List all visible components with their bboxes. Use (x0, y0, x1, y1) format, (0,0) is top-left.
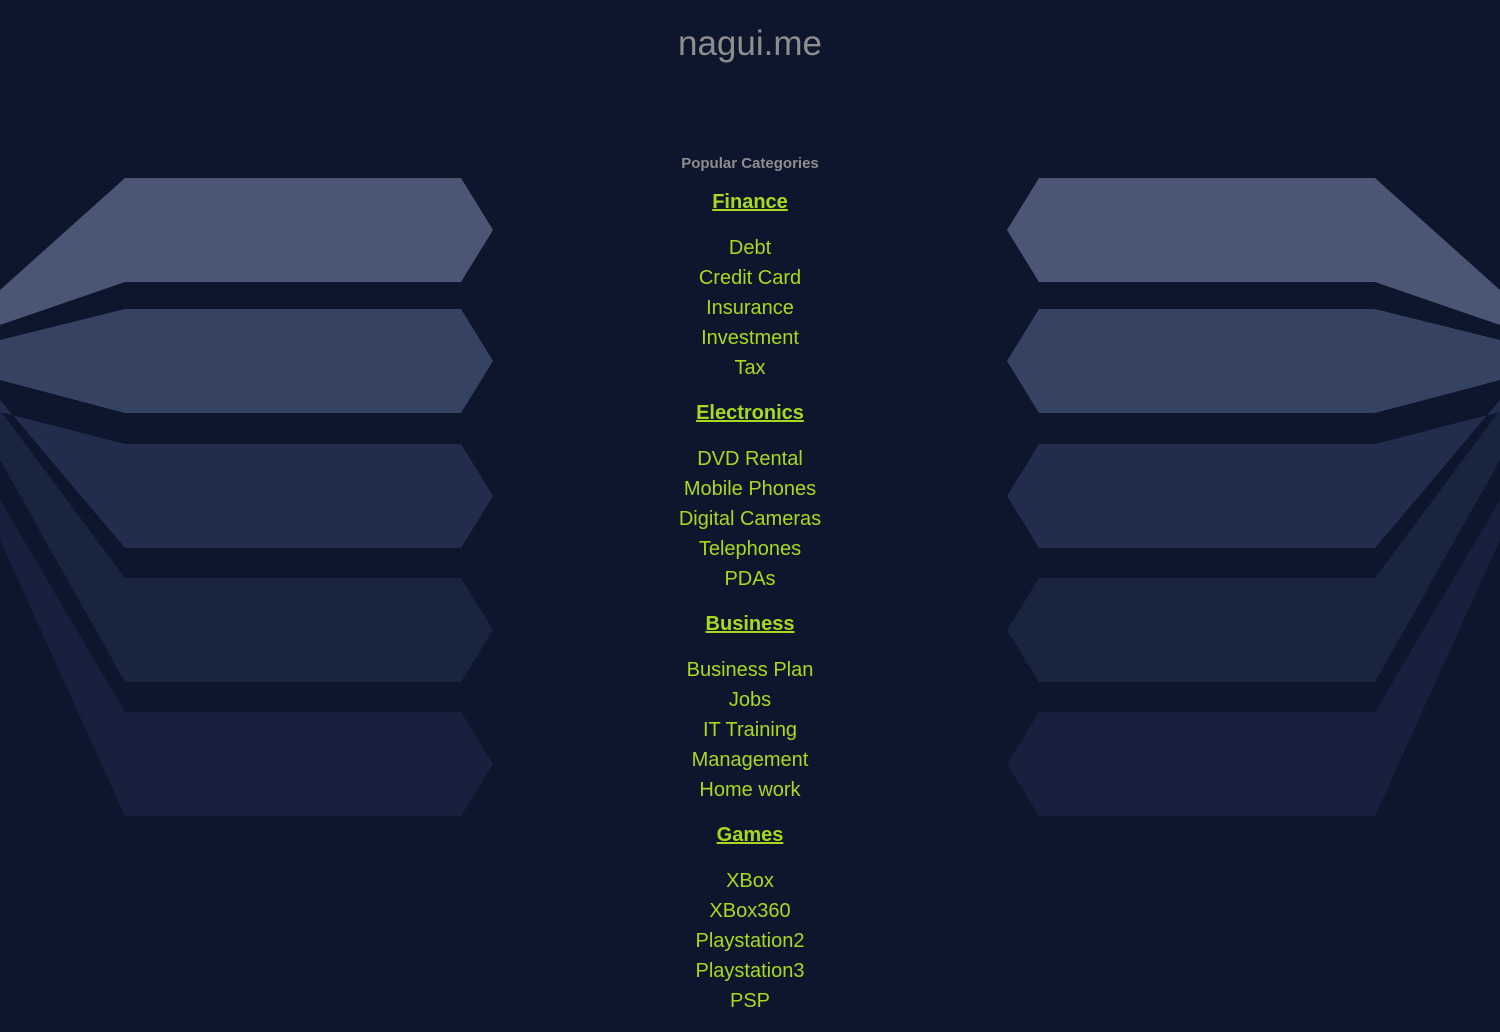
popular-categories-heading: Popular Categories (681, 155, 819, 172)
category-link[interactable]: Mobile Phones (0, 474, 1500, 504)
category-link[interactable]: Playstation2 (0, 926, 1500, 956)
page-content: nagui.me Popular Categories Finance Debt… (0, 0, 1500, 1012)
category-heading-business[interactable]: Business (0, 610, 1500, 638)
category-games: Games XBox XBox360 Playstation2 Playstat… (0, 821, 1500, 1016)
category-business: Business Business Plan Jobs IT Training … (0, 610, 1500, 805)
category-link[interactable]: XBox (0, 866, 1500, 896)
category-link[interactable]: Management (0, 745, 1500, 775)
category-links: Business Plan Jobs IT Training Managemen… (0, 655, 1500, 805)
category-link[interactable]: Digital Cameras (0, 504, 1500, 534)
category-link[interactable]: Insurance (0, 293, 1500, 323)
category-link[interactable]: Tax (0, 353, 1500, 383)
category-link[interactable]: IT Training (0, 715, 1500, 745)
category-links: XBox XBox360 Playstation2 Playstation3 P… (0, 866, 1500, 1016)
category-link[interactable]: Jobs (0, 685, 1500, 715)
categories-list: Finance Debt Credit Card Insurance Inves… (0, 188, 1500, 1032)
category-link[interactable]: Credit Card (0, 263, 1500, 293)
category-links: DVD Rental Mobile Phones Digital Cameras… (0, 444, 1500, 594)
category-link[interactable]: DVD Rental (0, 444, 1500, 474)
category-finance: Finance Debt Credit Card Insurance Inves… (0, 188, 1500, 383)
category-heading-electronics[interactable]: Electronics (0, 399, 1500, 427)
category-heading-finance[interactable]: Finance (0, 188, 1500, 216)
category-link[interactable]: PSP (0, 986, 1500, 1016)
category-links: Debt Credit Card Insurance Investment Ta… (0, 233, 1500, 383)
category-heading-games[interactable]: Games (0, 821, 1500, 849)
category-link[interactable]: Debt (0, 233, 1500, 263)
category-link[interactable]: Investment (0, 323, 1500, 353)
category-link[interactable]: Business Plan (0, 655, 1500, 685)
site-title: nagui.me (678, 24, 822, 63)
category-link[interactable]: XBox360 (0, 896, 1500, 926)
category-link[interactable]: Home work (0, 775, 1500, 805)
category-link[interactable]: PDAs (0, 564, 1500, 594)
category-link[interactable]: Telephones (0, 534, 1500, 564)
category-link[interactable]: Playstation3 (0, 956, 1500, 986)
category-electronics: Electronics DVD Rental Mobile Phones Dig… (0, 399, 1500, 594)
